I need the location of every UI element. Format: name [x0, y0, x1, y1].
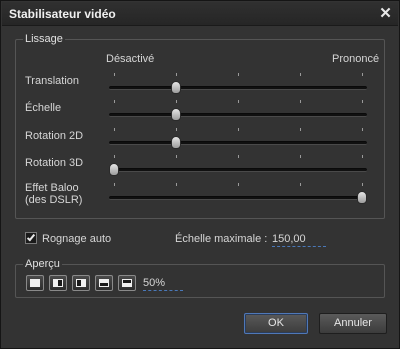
slider-tick	[238, 183, 239, 186]
slider-tick	[300, 155, 301, 158]
slider-label-rotation-3d: Rotation 3D	[25, 157, 84, 169]
slider-tick	[300, 73, 301, 76]
slider-tick	[176, 100, 177, 103]
translation-slider[interactable]	[109, 73, 367, 95]
cancel-button[interactable]: Annuler	[319, 313, 387, 334]
lissage-legend: Lissage	[23, 33, 65, 45]
split-top-icon	[99, 279, 109, 287]
echelle-max-input[interactable]: 150,00	[272, 233, 326, 247]
close-button[interactable]: ✕	[377, 5, 394, 22]
slider-tick	[114, 100, 115, 103]
split-bottom-icon	[122, 279, 132, 287]
scale-min-label: Désactivé	[106, 53, 155, 65]
slider-tick	[176, 155, 177, 158]
slider-track[interactable]	[109, 86, 367, 90]
split-right-icon	[76, 279, 86, 287]
slider-tick	[362, 183, 363, 186]
slider-tick	[114, 183, 115, 186]
title-bar: Stabilisateur vidéo ✕	[2, 2, 398, 26]
slider-label-baloo-line2: (des DSLR)	[25, 194, 83, 206]
slider-label-baloo-line1: Effet Baloo	[25, 182, 79, 194]
preview-split-bottom-button[interactable]	[118, 275, 136, 291]
echelle-max-label: Échelle maximale :	[175, 233, 268, 245]
slider-tick	[114, 128, 115, 131]
slider-tick	[362, 128, 363, 131]
preview-split-top-button[interactable]	[95, 275, 113, 291]
checkmark-icon	[26, 232, 36, 242]
slider-tick	[362, 155, 363, 158]
apercu-legend: Aperçu	[23, 258, 62, 270]
apercu-group: Aperçu	[15, 258, 385, 298]
echelle-slider[interactable]	[109, 100, 367, 122]
slider-thumb[interactable]	[171, 81, 181, 94]
slider-tick	[300, 100, 301, 103]
window-title: Stabilisateur vidéo	[9, 7, 116, 21]
preview-zoom-input[interactable]: 50%	[143, 277, 183, 291]
slider-thumb[interactable]	[171, 108, 181, 121]
slider-thumb[interactable]	[357, 191, 367, 204]
full-view-icon	[30, 279, 40, 287]
slider-tick	[176, 73, 177, 76]
stabilizer-dialog: Stabilisateur vidéo ✕ Lissage Désactivé …	[0, 0, 400, 349]
slider-track[interactable]	[109, 168, 367, 172]
slider-tick	[362, 73, 363, 76]
rotation-3d-slider[interactable]	[109, 155, 367, 177]
slider-tick	[300, 128, 301, 131]
slider-label-translation: Translation	[25, 75, 80, 87]
slider-tick	[300, 183, 301, 186]
slider-tick	[238, 155, 239, 158]
slider-track[interactable]	[109, 196, 367, 200]
slider-label-echelle: Échelle	[25, 102, 62, 114]
slider-label-rotation-2d: Rotation 2D	[25, 130, 84, 142]
split-left-icon	[53, 279, 63, 287]
slider-thumb[interactable]	[109, 163, 119, 176]
preview-full-button[interactable]	[26, 275, 44, 291]
rognage-auto-label: Rognage auto	[42, 233, 112, 245]
slider-tick	[238, 73, 239, 76]
slider-thumb[interactable]	[171, 136, 181, 149]
slider-tick	[362, 100, 363, 103]
scale-max-label: Prononcé	[332, 53, 380, 65]
baloo-effect-slider[interactable]	[109, 183, 367, 205]
slider-tick	[238, 100, 239, 103]
slider-track[interactable]	[109, 113, 367, 117]
preview-split-right-button[interactable]	[72, 275, 90, 291]
rotation-2d-slider[interactable]	[109, 128, 367, 150]
rognage-auto-checkbox[interactable]	[25, 232, 37, 244]
slider-tick	[114, 155, 115, 158]
slider-tick	[176, 128, 177, 131]
slider-track[interactable]	[109, 141, 367, 145]
preview-split-left-button[interactable]	[49, 275, 67, 291]
ok-button[interactable]: OK	[244, 313, 308, 334]
slider-tick	[238, 128, 239, 131]
slider-tick	[176, 183, 177, 186]
slider-tick	[114, 73, 115, 76]
